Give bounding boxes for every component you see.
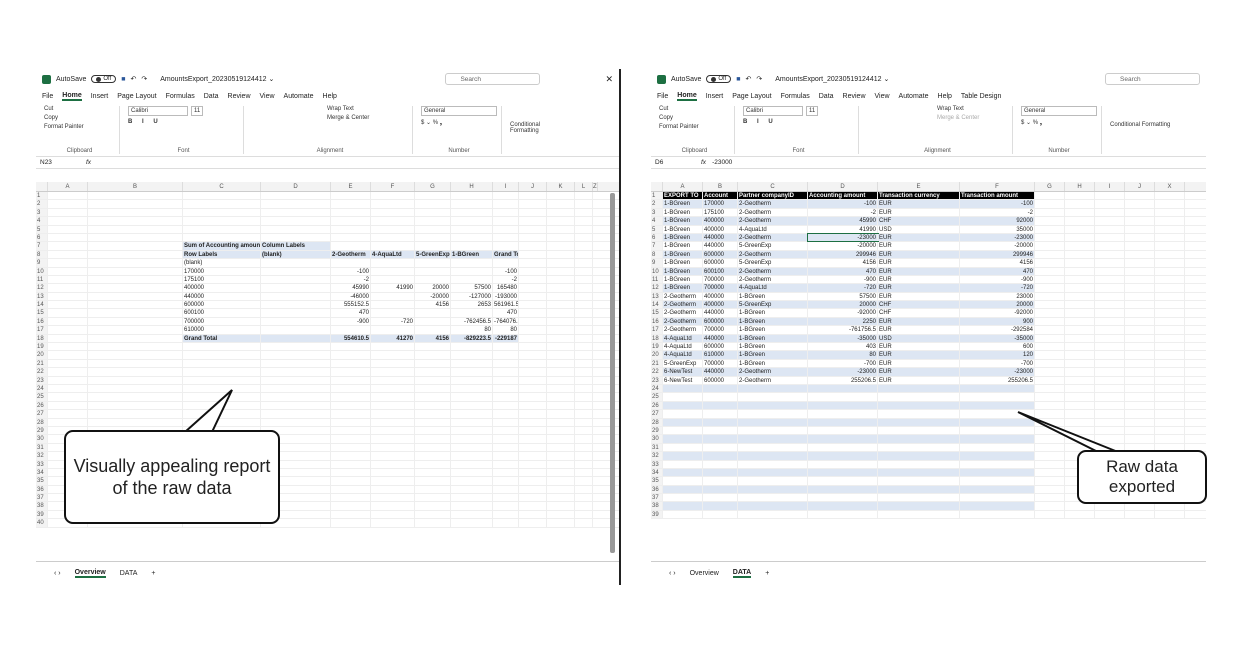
callout-report: Visually appealing report of the raw dat… (64, 430, 280, 524)
callout-raw-data: Raw data exported (1077, 450, 1207, 504)
callout-pointers (184, 389, 1119, 453)
